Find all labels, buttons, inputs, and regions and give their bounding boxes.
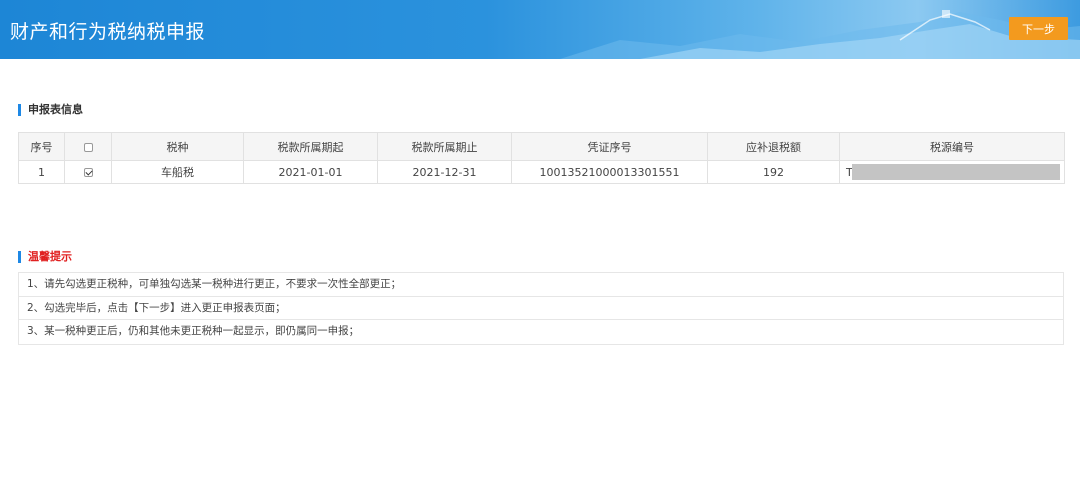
tips-list: 1、请先勾选更正税种，可单独勾选某一税种进行更正，不要求一次性全部更正； 2、勾…	[18, 272, 1064, 345]
redacted-block	[852, 164, 1060, 180]
cell-period-end: 2021-12-31	[377, 160, 512, 184]
list-item: 1、请先勾选更正税种，可单独勾选某一税种进行更正，不要求一次性全部更正；	[19, 273, 1063, 297]
cell-tax-type: 车船税	[111, 160, 244, 184]
select-all-checkbox[interactable]	[83, 142, 93, 152]
table-row[interactable]: 1 车船税 2021-01-01 2021-12-31 100135210000…	[18, 160, 1065, 184]
list-item: 3、某一税种更正后，仍和其他未更正税种一起显示，即仍属同一申报；	[27, 325, 360, 337]
report-section-title: 申报表信息	[18, 104, 83, 116]
column-header-tax-type: 税种	[111, 132, 244, 161]
cell-source-no: T	[839, 160, 1065, 184]
page-title: 财产和行为税纳税申报	[10, 21, 206, 43]
column-header-select-all[interactable]	[64, 132, 112, 161]
table-header-row: 序号 税种 税款所属期起 税款所属期止 凭证序号 应补退税额 税源编号	[18, 132, 1065, 161]
column-header-amount: 应补退税额	[707, 132, 840, 161]
cell-index: 1	[18, 160, 65, 184]
cell-period-start: 2021-01-01	[243, 160, 378, 184]
column-header-index: 序号	[18, 132, 65, 161]
row-checkbox[interactable]	[83, 168, 93, 177]
report-table-container: 序号 税种 税款所属期起 税款所属期止 凭证序号 应补退税额 税源编号 1 车船…	[18, 132, 1065, 184]
cell-select[interactable]	[64, 160, 112, 184]
list-item: 2、勾选完毕后，点击【下一步】进入更正申报表页面；	[19, 297, 1063, 320]
column-header-source-no: 税源编号	[839, 132, 1065, 161]
next-step-button[interactable]: 下一步	[1009, 17, 1068, 40]
cell-voucher-no: 10013521000013301551	[511, 160, 708, 184]
page-header: 财产和行为税纳税申报 下一步	[0, 0, 1080, 59]
column-header-voucher-no: 凭证序号	[511, 132, 708, 161]
report-table: 序号 税种 税款所属期起 税款所属期止 凭证序号 应补退税额 税源编号 1 车船…	[18, 132, 1065, 184]
tips-section-title: 温馨提示	[18, 251, 72, 263]
cell-amount: 192	[707, 160, 840, 184]
column-header-period-start: 税款所属期起	[243, 132, 378, 161]
column-header-period-end: 税款所属期止	[377, 132, 512, 161]
